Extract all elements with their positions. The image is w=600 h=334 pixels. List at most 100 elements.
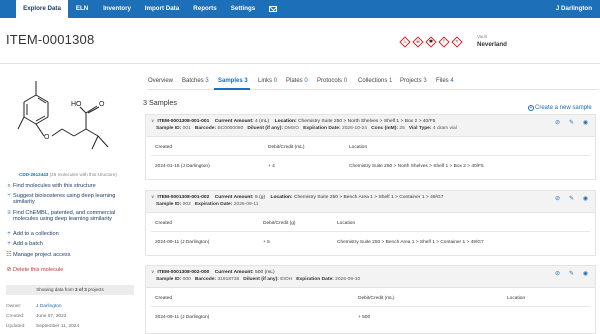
plus-icon: + (7, 241, 11, 247)
action-label: Find ChEMBL, patented, and commercial mo… (13, 210, 116, 223)
header-divider (0, 63, 600, 64)
sample-name[interactable]: ITEM-0001308-002-000 (157, 270, 209, 275)
hide-icon[interactable]: ⊘ (554, 271, 561, 278)
view-icon[interactable]: ◉ (582, 120, 589, 127)
molecule-structure: O HO O (17, 81, 109, 150)
edit-icon[interactable]: ✎ (568, 120, 575, 127)
column-header: Created (155, 296, 173, 301)
nav-inventory[interactable]: Inventory (101, 0, 133, 18)
plus-icon: + (528, 105, 534, 111)
page-title: ITEM-0001308 (6, 32, 95, 47)
structure-note: (26 molecules with this structure) (49, 172, 117, 177)
column-header: Debit/Credit (mL) (268, 145, 305, 150)
sample-card-header: ∨ ITEM-0001308-001-002 Current Amount: 5… (146, 191, 595, 213)
exclamation-icon: ! (438, 36, 450, 48)
skull-icon: ☠ (412, 36, 424, 48)
chevron-down-icon[interactable]: ∨ (151, 194, 156, 200)
sample-actions: ⊘ ✎ ◉ (554, 196, 589, 203)
create-sample-link[interactable]: + Create a new sample (528, 105, 592, 111)
projects-prefix: Showing data from (36, 287, 74, 292)
nav-settings[interactable]: Settings (229, 0, 257, 18)
sample-details: Sample ID: 000 Barcode: 31918738 Diluent… (156, 277, 361, 282)
nav-explore-data[interactable]: Explore Data (16, 0, 68, 18)
search-icon: ⌕ (7, 183, 11, 189)
created-cell: 2024-09-11 (J Darlington) (155, 240, 210, 245)
tab-plates[interactable]: Plates 0 (286, 78, 308, 84)
sample-actions: ⊘ ✎ ◉ (554, 120, 589, 127)
tab-files[interactable]: Files 4 (436, 78, 454, 84)
tab-overview[interactable]: Overview (148, 78, 173, 84)
view-icon[interactable]: ◉ (582, 271, 589, 278)
plus-icon: + (7, 231, 11, 237)
structure-id-link[interactable]: CDD-2612443 (19, 172, 48, 177)
hide-icon[interactable]: ⊘ (554, 120, 561, 127)
tab-samples[interactable]: Samples 3 (218, 78, 248, 84)
vault-value: Neverland (477, 41, 507, 48)
nav-reports[interactable]: Reports (192, 0, 218, 18)
nav-eln[interactable]: ELN (72, 0, 92, 18)
health-hazard-icon: ✱ (425, 36, 437, 48)
sample-details: Sample ID: 001 Barcode: BC0000080 Diluen… (156, 126, 457, 131)
view-icon[interactable]: ◉ (582, 196, 589, 203)
created-cell: 2024-01-15 (J Darlington) (155, 164, 210, 169)
column-header: Debit/Credit (g) (263, 221, 296, 226)
tab-links[interactable]: Links 0 (258, 78, 277, 84)
atom-label: HO (71, 101, 82, 108)
sample-summary: ∨ ITEM-0001308-001-002 Current Amount: 5… (151, 194, 444, 200)
location-cell: Chemistry Suite 250 > North Shelves > Sh… (349, 164, 484, 169)
row-divider (151, 155, 590, 156)
sample-actions: ⊘ ✎ ◉ (554, 271, 589, 278)
owner-value[interactable]: J Darlington (36, 304, 62, 309)
sample-card: ∨ ITEM-0001308-001-001 Current Amount: 4… (145, 114, 596, 180)
user-menu[interactable]: J Darlington (556, 0, 592, 18)
hazard-pictograms: ♨ ☠ ✱ ! ≈ (399, 36, 463, 48)
active-tab-indicator (214, 88, 250, 90)
projects-suffix: projects (88, 287, 104, 292)
edit-icon[interactable]: ✎ (568, 196, 575, 203)
atom-label: O (44, 134, 50, 141)
created-label: Created: (6, 314, 25, 319)
vault-label: Vault (477, 34, 487, 39)
structure-id: CDD-2612443 (26 molecules with this stru… (19, 172, 117, 177)
sample-card: ∨ ITEM-0001308-001-002 Current Amount: 5… (145, 190, 596, 256)
updated-value: September 11, 2024 (36, 324, 80, 329)
sample-card: ∨ ITEM-0001308-002-000 Current Amount: 5… (145, 265, 596, 334)
tab-projects[interactable]: Projects 3 (400, 78, 427, 84)
column-header: Created (155, 221, 173, 226)
sample-card-header: ∨ ITEM-0001308-002-000 Current Amount: 5… (146, 266, 595, 288)
sample-name[interactable]: ITEM-0001308-001-002 (157, 195, 209, 200)
tab-collections[interactable]: Collections 1 (358, 78, 392, 84)
projects-summary: Showing data from 3 of 3 projects (6, 285, 134, 295)
projects-count: 3 of 3 (75, 287, 87, 292)
column-header: Created (155, 145, 173, 150)
edit-icon[interactable]: ✎ (568, 271, 575, 278)
action-label: Suggest bioisosteres using deep learning… (13, 193, 116, 206)
row-divider (151, 231, 590, 232)
owner-label: Owner: (6, 304, 22, 309)
sample-name[interactable]: ITEM-0001308-001-001 (157, 119, 209, 124)
action-label: Delete this molecule (13, 267, 64, 273)
tab-protocols[interactable]: Protocols 0 (317, 78, 347, 84)
action-label: Find molecules with this structure (13, 183, 96, 189)
nav-import-data[interactable]: Import Data (143, 0, 181, 18)
sample-card-header: ∨ ITEM-0001308-001-001 Current Amount: 4… (146, 115, 595, 137)
chevron-down-icon[interactable]: ∨ (151, 118, 156, 124)
environment-icon: ≈ (451, 36, 463, 48)
chevron-down-icon[interactable]: ∨ (151, 269, 156, 275)
debit-credit-cell: + 5 (263, 240, 270, 245)
action-label: Add a batch (13, 241, 43, 247)
mail-icon[interactable] (269, 6, 277, 12)
created-value: June 07, 2023 (36, 314, 67, 319)
hide-icon[interactable]: ⊘ (554, 196, 561, 203)
column-header: Location (349, 145, 368, 150)
branch-icon: ⑂ (7, 193, 11, 199)
sample-details: Sample ID: 002 Expiration Date: 2026-09-… (156, 202, 259, 207)
top-nav: Explore Data ELN Inventory Import Data R… (0, 0, 600, 18)
create-sample-label: Create a new sample (535, 105, 592, 111)
atom-label: O (99, 101, 105, 108)
tab-batches[interactable]: Batches 3 (182, 78, 209, 84)
updated-label: Updated: (6, 324, 26, 329)
created-cell: 2024-09-11 (J Darlington) (155, 315, 210, 320)
debit-credit-cell: + 4 (268, 164, 275, 169)
location-cell: Chemistry Suite 250 > Bench Area 1 > She… (337, 240, 484, 245)
